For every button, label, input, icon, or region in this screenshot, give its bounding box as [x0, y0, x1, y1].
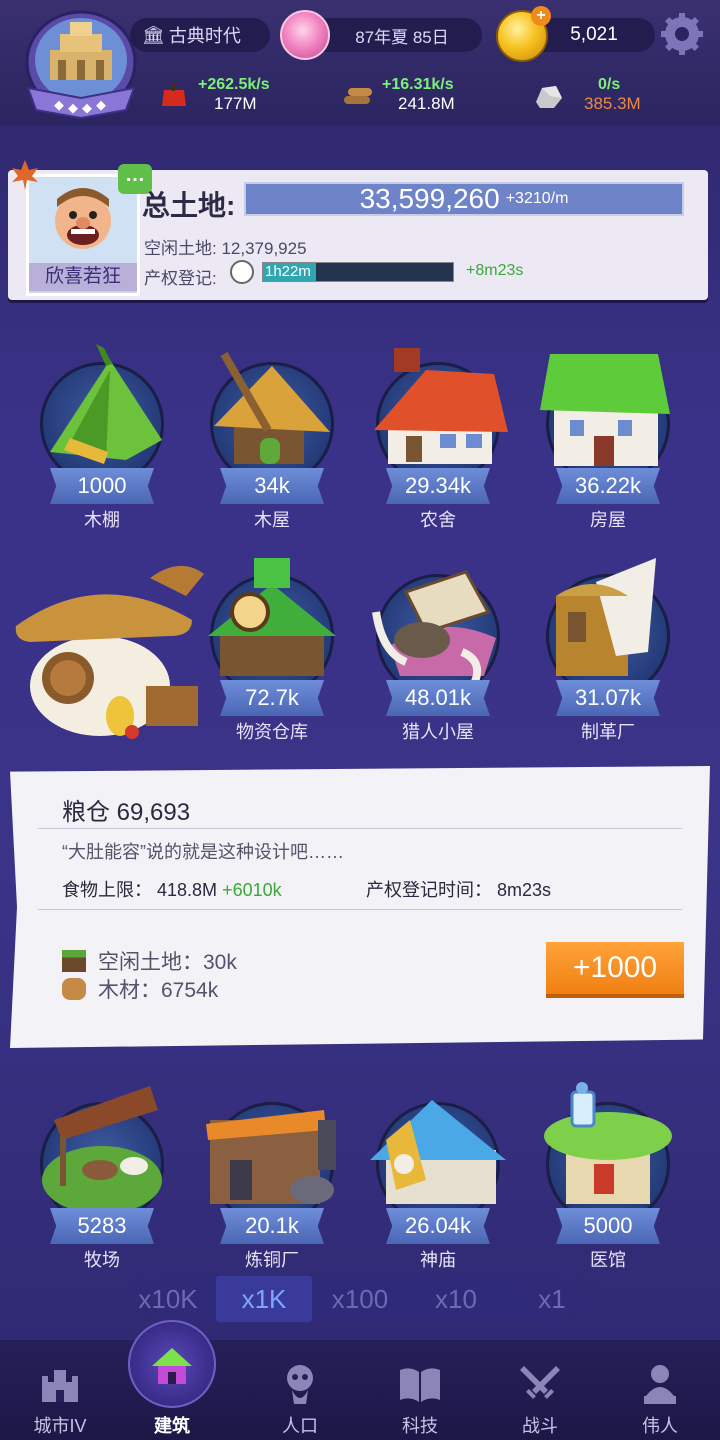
clock-icon	[230, 260, 254, 284]
building-ranch[interactable]: 5283 牧场	[30, 1080, 180, 1280]
divider	[38, 909, 682, 910]
register-time-info: 产权登记时间： 8m23s	[366, 880, 552, 900]
maple-leaf-icon	[12, 160, 38, 190]
nav-buildings[interactable]: 建筑	[112, 1320, 232, 1440]
land-panel: 欣喜若狂 … 总土地: 33,599,260 +3210/m 空闲土地: 12,…	[8, 160, 708, 300]
building-name: 房屋	[590, 510, 626, 530]
wood-resource: +16.31k/s 241.8M	[342, 74, 482, 118]
building-count: 5000	[556, 1208, 660, 1244]
building-warehouse[interactable]: 72.7k 物资仓库	[200, 552, 350, 752]
stone-icon	[536, 86, 562, 108]
era-label[interactable]: 🏛 古典时代	[130, 18, 270, 52]
land-tile-icon	[62, 950, 86, 972]
nav-city[interactable]: 城市IV	[0, 1340, 120, 1440]
crossed-swords-icon	[520, 1366, 560, 1399]
register-time: 1h22m	[265, 263, 311, 280]
add-coins-button[interactable]: +	[531, 6, 551, 26]
granary-mushroom-icon	[15, 565, 204, 739]
food-cap: 食物上限： 418.8M +6010k	[62, 880, 282, 900]
building-count: 26.04k	[386, 1208, 490, 1244]
building-count: 29.34k	[386, 468, 490, 504]
building-info-card: 粮仓 69,693 “大肚能容”说的就是这种设计吧…… 食物上限： 418.8M…	[10, 766, 710, 1048]
building-hut[interactable]: 34k 木屋	[200, 340, 350, 540]
castle-icon	[42, 1370, 78, 1402]
book-icon	[400, 1368, 440, 1402]
building-count: 72.7k	[220, 680, 324, 716]
multiplier-x10k[interactable]: x10K	[120, 1276, 216, 1322]
info-description: “大肚能容”说的就是这种设计吧……	[62, 842, 344, 862]
building-hunter-lodge[interactable]: 48.01k 猎人小屋	[366, 552, 516, 752]
building-name: 木棚	[84, 510, 120, 530]
building-name: 炼铜厂	[245, 1250, 299, 1270]
cost-wood: 木材：6754k	[62, 974, 218, 1004]
building-count: 34k	[220, 468, 324, 504]
building-clinic[interactable]: 5000 医馆	[536, 1080, 686, 1280]
total-land-value: 33,599,260	[359, 183, 500, 214]
land-title: 总土地:	[142, 190, 236, 221]
building-name: 牧场	[84, 1250, 120, 1270]
multiplier-selector: x10K x1K x100 x10 x1	[120, 1276, 600, 1322]
building-farmhouse[interactable]: 29.34k 农舍	[366, 340, 516, 540]
info-title: 粮仓 69,693	[62, 799, 191, 826]
building-count: 20.1k	[220, 1208, 324, 1244]
divider	[38, 828, 682, 829]
apple-icon	[162, 84, 186, 106]
top-bar: 🏛 古典时代 87年夏 85日 5,021 + +262.5k/s 177M +…	[0, 0, 720, 125]
nav-great-people[interactable]: 伟人	[600, 1340, 720, 1440]
land-growth-rate: +3210/m	[505, 190, 569, 207]
building-count: 36.22k	[556, 468, 660, 504]
multiplier-x100[interactable]: x100	[312, 1276, 408, 1322]
multiplier-x1k[interactable]: x1K	[216, 1276, 312, 1322]
building-house[interactable]: 36.22k 房屋	[536, 340, 686, 540]
nav-population[interactable]: 人口	[240, 1340, 360, 1440]
building-name: 物资仓库	[236, 722, 308, 742]
leader-name: 欣喜若狂	[29, 263, 137, 291]
building-name: 猎人小屋	[402, 722, 474, 742]
building-name: 医馆	[590, 1250, 626, 1270]
building-count: 1000	[50, 468, 154, 504]
bottom-nav: 城市IV 建筑 人口 科技 战斗 伟人	[0, 1320, 720, 1440]
wood-icon	[62, 978, 86, 1000]
bust-icon	[644, 1365, 676, 1404]
register-time-bonus: +8m23s	[466, 262, 524, 279]
building-name: 神庙	[420, 1250, 456, 1270]
building-tannery[interactable]: 31.07k 制革厂	[536, 552, 686, 752]
building-count: 48.01k	[386, 680, 490, 716]
building-count: 31.07k	[556, 680, 660, 716]
building-smelter[interactable]: 20.1k 炼铜厂	[200, 1080, 350, 1280]
register-progress-bar: 1h22m	[262, 262, 454, 282]
temple-icon: 🏛	[142, 24, 165, 45]
build-button[interactable]: +1000	[546, 942, 684, 998]
total-land-bar: 33,599,260 +3210/m	[244, 182, 684, 216]
register-label: 产权登记:	[144, 269, 217, 288]
nav-battle[interactable]: 战斗	[480, 1340, 600, 1440]
food-resource: +262.5k/s 177M	[158, 74, 298, 118]
building-name: 木屋	[254, 510, 290, 530]
building-name: 农舍	[420, 510, 456, 530]
multiplier-x10[interactable]: x10	[408, 1276, 504, 1322]
building-tent[interactable]: 1000 木棚	[30, 340, 180, 540]
house-icon	[152, 1348, 192, 1384]
person-icon	[287, 1365, 313, 1404]
building-granary[interactable]	[10, 556, 210, 756]
multiplier-x1[interactable]: x1	[504, 1276, 600, 1322]
nav-tech[interactable]: 科技	[360, 1340, 480, 1440]
building-count: 5283	[50, 1208, 154, 1244]
building-name: 制革厂	[581, 722, 635, 742]
gear-icon[interactable]	[660, 12, 704, 56]
building-temple[interactable]: 26.04k 神庙	[366, 1080, 516, 1280]
wood-icon	[344, 88, 372, 104]
era-emblem-icon[interactable]	[22, 10, 140, 120]
idle-land: 空闲土地: 12,379,925	[144, 239, 307, 258]
lotus-icon[interactable]	[280, 10, 330, 60]
stone-resource: 0/s 385.3M	[532, 74, 672, 118]
cost-land: 空闲土地：30k	[62, 946, 237, 976]
